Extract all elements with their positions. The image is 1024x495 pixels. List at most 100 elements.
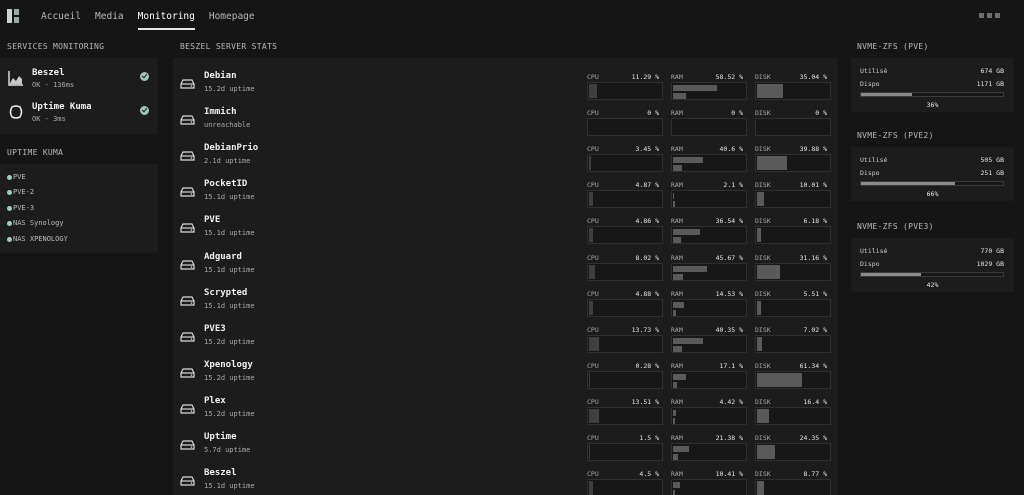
- tab-accueil[interactable]: Accueil: [41, 11, 81, 22]
- hard-drive-icon: [180, 151, 195, 161]
- ram-metric: RAM 4.42 %: [671, 393, 747, 425]
- tab-media[interactable]: Media: [95, 11, 124, 22]
- cpu-metric: CPU 0.28 %: [587, 357, 663, 389]
- hard-drive-icon: [180, 223, 195, 233]
- used-label: Utilisé: [860, 67, 888, 75]
- uptime-item-pve[interactable]: PVE: [7, 173, 26, 181]
- free-label: Dispo: [860, 80, 880, 88]
- zfs-usage-bar: [861, 182, 955, 185]
- zfs-usage-percent: 66%: [926, 190, 939, 198]
- disk-bar-track: [755, 190, 831, 209]
- tab-monitoring[interactable]: Monitoring: [137, 11, 196, 30]
- cpu-value: 4.87 %: [635, 181, 659, 190]
- tab-homepage[interactable]: Homepage: [209, 11, 255, 22]
- server-row-debianprio[interactable]: DebianPrio 2.1d uptime CPU 3.45 % RAM 40…: [173, 138, 838, 174]
- zfs-title: NVME-ZFS (PVE2): [857, 131, 934, 140]
- uptime-item-pve-3[interactable]: PVE-3: [7, 204, 34, 212]
- ram-label: RAM: [671, 145, 683, 154]
- cpu-label: CPU: [587, 73, 599, 81]
- cpu-metric: CPU 13.51 %: [587, 393, 663, 425]
- zfs-free-row: Dispo 251 GB: [860, 169, 1004, 177]
- ram-value: 17.1 %: [719, 361, 743, 370]
- zfs-title: NVME-ZFS (PVE3): [857, 222, 934, 231]
- server-row-pve[interactable]: PVE 15.1d uptime CPU 4.86 % RAM 36.54 % …: [173, 210, 838, 246]
- disk-label: DISK: [755, 217, 771, 226]
- zfs-used-row: Utilisé 770 GB: [860, 247, 1004, 255]
- disk-bar-track: [755, 262, 831, 281]
- cpu-usage-bar: [589, 156, 591, 171]
- service-name: Uptime Kuma: [32, 102, 92, 112]
- server-row-scrypted[interactable]: Scrypted 15.1d uptime CPU 4.88 % RAM 14.…: [173, 283, 838, 319]
- server-row-debian[interactable]: Debian 15.2d uptime CPU 11.29 % RAM 58.5…: [173, 66, 838, 102]
- chart-line-icon: [8, 71, 23, 86]
- cpu-bar-track: [587, 479, 663, 495]
- uptime-item-nas-xpenology[interactable]: NAS XPENOLOGY: [7, 235, 68, 243]
- cpu-usage-bar: [589, 372, 590, 387]
- server-row-pve3[interactable]: PVE3 15.2d uptime CPU 13.73 % RAM 40.35 …: [173, 319, 838, 355]
- disk-metric: DISK 10.01 %: [755, 176, 831, 209]
- zfs-usage-percent: 36%: [926, 101, 939, 109]
- uptime-item-pve-2[interactable]: PVE-2: [7, 188, 34, 196]
- server-row-adguard[interactable]: Adguard 15.1d uptime CPU 8.02 % RAM 45.6…: [173, 247, 838, 283]
- uptime-item-nas-synology[interactable]: NAS Synology: [7, 219, 64, 227]
- cpu-bar-track: [587, 370, 663, 389]
- ram-value: 14.53 %: [715, 289, 743, 298]
- ram-bar-track: [671, 298, 747, 317]
- ram-label: RAM: [671, 253, 683, 262]
- disk-usage-bar: [757, 84, 783, 98]
- disk-label: DISK: [755, 325, 771, 334]
- used-value: 770 GB: [980, 247, 1004, 255]
- cpu-label: CPU: [587, 289, 599, 298]
- ram-metric: RAM 14.53 %: [671, 285, 747, 317]
- server-row-uptime[interactable]: Uptime 5.7d uptime CPU 1.5 % RAM 21.38 %…: [173, 427, 838, 463]
- ram-bar-track: [671, 334, 747, 353]
- disk-usage-bar: [757, 372, 802, 387]
- zfs-usage-track: [860, 181, 1004, 186]
- status-ok-icon: [140, 72, 149, 81]
- ram-value: 40.6 %: [719, 145, 743, 154]
- service-beszel[interactable]: Beszel OK - 136ms: [8, 66, 153, 96]
- service-status: OK - 3ms: [32, 115, 66, 123]
- ram-usage-bar: [673, 157, 703, 164]
- hard-drive-icon: [180, 440, 195, 450]
- server-row-xpenology[interactable]: Xpenology 15.2d uptime CPU 0.28 % RAM 17…: [173, 355, 838, 391]
- ram-usage-bar: [673, 237, 681, 244]
- zfs-used-row: Utilisé 505 GB: [860, 156, 1004, 164]
- ram-label: RAM: [671, 325, 683, 334]
- app-logo-icon[interactable]: [7, 9, 19, 23]
- status-dot-icon: [7, 174, 12, 180]
- cpu-value: 13.73 %: [631, 325, 659, 334]
- disk-bar-track: [755, 82, 831, 100]
- zfs-title: NVME-ZFS (PVE): [857, 42, 929, 51]
- cpu-value: 4.5 %: [639, 470, 659, 479]
- disk-value: 6.18 %: [803, 217, 827, 226]
- server-row-beszel[interactable]: Beszel 15.1d uptime CPU 4.5 % RAM 10.41 …: [173, 463, 838, 495]
- ram-label: RAM: [671, 217, 683, 226]
- status-dot-icon: [7, 236, 12, 242]
- hard-drive-icon: [180, 332, 195, 342]
- server-row-immich[interactable]: Immich unreachable CPU 0 % RAM 0 % DISK …: [173, 102, 838, 138]
- server-name: Debian: [204, 71, 237, 81]
- disk-label: DISK: [755, 397, 771, 406]
- cpu-bar-track: [587, 226, 663, 245]
- service-uptime-kuma[interactable]: Uptime Kuma OK - 3ms: [8, 100, 153, 130]
- disk-value: 8.77 %: [803, 470, 827, 479]
- ram-value: 0 %: [731, 109, 743, 118]
- server-row-pocketid[interactable]: PocketID 15.1d uptime CPU 4.87 % RAM 2.1…: [173, 174, 838, 210]
- ram-usage-bar: [673, 165, 682, 172]
- ram-metric: RAM 45.67 %: [671, 249, 747, 281]
- server-row-plex[interactable]: Plex 15.2d uptime CPU 13.51 % RAM 4.42 %…: [173, 391, 838, 427]
- ram-label: RAM: [671, 470, 683, 479]
- cpu-metric: CPU 1.5 %: [587, 429, 663, 461]
- ram-usage-bar: [673, 85, 717, 91]
- hard-drive-icon: [180, 187, 195, 197]
- disk-label: DISK: [755, 181, 771, 190]
- status-dot-icon: [7, 205, 12, 211]
- disk-bar-track: [755, 154, 831, 173]
- ram-value: 2.1 %: [723, 181, 743, 190]
- disk-value: 39.88 %: [799, 145, 827, 154]
- cpu-value: 1.5 %: [639, 434, 659, 442]
- zfs-usage-bar: [861, 273, 921, 276]
- more-menu-icon[interactable]: [979, 13, 1000, 18]
- cpu-metric: CPU 8.02 %: [587, 249, 663, 281]
